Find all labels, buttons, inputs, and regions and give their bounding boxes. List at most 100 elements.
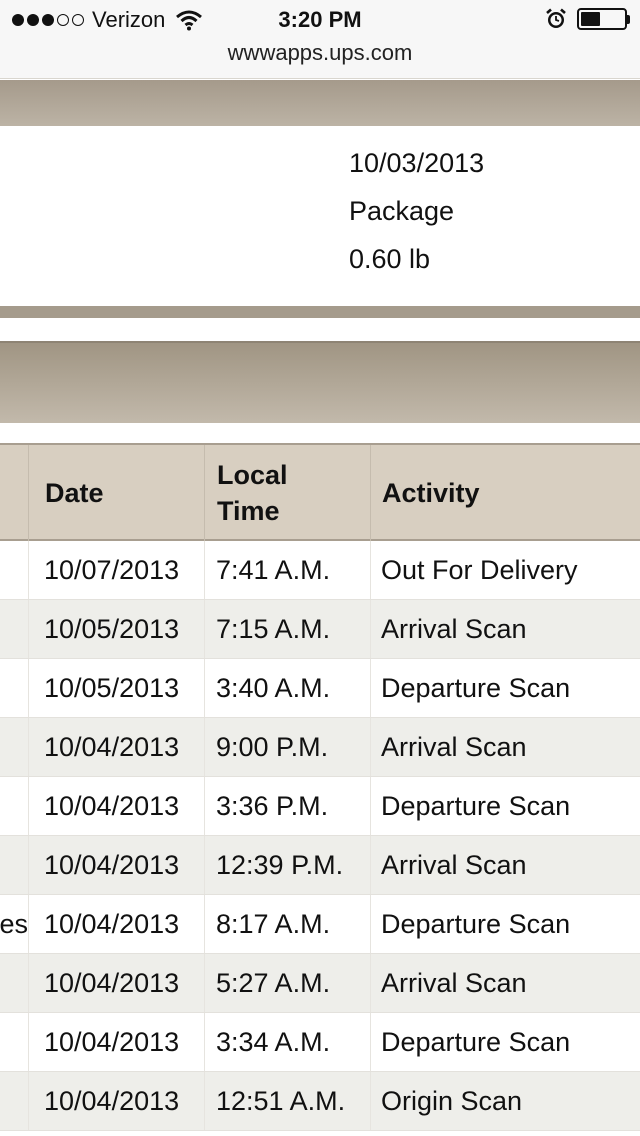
activity-cell: Origin Scan	[381, 1085, 523, 1116]
battery-body	[577, 8, 627, 30]
date-cell: 10/04/2013	[44, 967, 180, 998]
table-header: Date Local Time Activity	[0, 443, 640, 541]
package-weight-value: 0.60 lb	[349, 244, 431, 274]
column-separator	[28, 954, 29, 1012]
location-cell	[0, 777, 28, 835]
time-cell: 12:51 A.M.	[216, 1085, 346, 1116]
column-separator	[28, 895, 29, 953]
section-header-bar	[0, 80, 640, 126]
column-separator	[28, 541, 29, 599]
date-cell: 10/04/2013	[44, 1085, 180, 1116]
shipment-progress-header-bar	[0, 341, 640, 423]
activity-cell: Arrival Scan	[381, 613, 527, 644]
table-row: 10/07/2013 7:41 A.M. Out For Delivery	[0, 541, 640, 600]
date-cell: 10/07/2013	[44, 554, 180, 585]
ship-date-value: 10/03/2013	[349, 148, 485, 178]
column-separator	[370, 895, 371, 953]
column-separator	[370, 600, 371, 658]
status-bar: Verizon 3:20 PM	[0, 0, 640, 40]
column-separator	[370, 954, 371, 1012]
column-header-date: Date	[28, 445, 204, 541]
status-right	[545, 8, 630, 30]
activity-cell: Departure Scan	[381, 1026, 571, 1057]
column-separator	[204, 1072, 205, 1130]
activity-table: Date Local Time Activity 10/07/2013 7:41 …	[0, 443, 640, 1131]
date-cell: 10/05/2013	[44, 672, 180, 703]
column-separator	[204, 777, 205, 835]
location-cell	[0, 1072, 28, 1130]
time-cell: 12:39 P.M.	[216, 849, 344, 880]
column-separator	[28, 1013, 29, 1071]
activity-cell: Out For Delivery	[381, 554, 578, 585]
column-header-activity: Activity	[370, 445, 640, 541]
column-separator	[204, 659, 205, 717]
time-cell: 7:41 A.M.	[216, 554, 331, 585]
alarm-clock-icon	[546, 8, 566, 28]
time-cell: 7:15 A.M.	[216, 613, 331, 644]
package-type-value: Package	[349, 196, 455, 226]
location-cell: es	[0, 908, 28, 939]
time-cell: 3:34 A.M.	[216, 1026, 331, 1057]
column-separator	[28, 600, 29, 658]
time-cell: 3:40 A.M.	[216, 672, 331, 703]
location-cell	[0, 1013, 28, 1071]
activity-cell: Departure Scan	[381, 908, 571, 939]
column-separator	[204, 954, 205, 1012]
column-separator	[28, 718, 29, 776]
section-divider	[0, 306, 640, 318]
date-cell: 10/04/2013	[44, 849, 180, 880]
column-separator	[370, 718, 371, 776]
status-time: 3:20 PM	[278, 7, 362, 32]
column-header-local-time-line1: Local	[217, 460, 288, 490]
time-cell: 3:36 P.M.	[216, 790, 329, 821]
column-header-local-time: Local Time	[204, 445, 370, 541]
time-cell: 9:00 P.M.	[216, 731, 329, 762]
column-separator	[204, 600, 205, 658]
activity-cell: Departure Scan	[381, 790, 571, 821]
column-separator	[204, 718, 205, 776]
column-separator	[204, 1013, 205, 1071]
column-separator	[28, 1072, 29, 1130]
date-cell: 10/05/2013	[44, 613, 180, 644]
activity-cell: Arrival Scan	[381, 731, 527, 762]
column-separator	[370, 659, 371, 717]
table-row: 10/04/2013 12:51 A.M. Origin Scan	[0, 1072, 640, 1131]
package-details: 10/03/2013 Package 0.60 lb	[0, 126, 640, 306]
activity-cell: Arrival Scan	[381, 967, 527, 998]
battery-tip	[627, 14, 630, 24]
table-row: es 10/04/2013 8:17 A.M. Departure Scan	[0, 895, 640, 954]
time-cell: 8:17 A.M.	[216, 908, 331, 939]
column-separator	[370, 777, 371, 835]
column-separator	[370, 1013, 371, 1071]
table-row: 10/04/2013 3:34 A.M. Departure Scan	[0, 1013, 640, 1072]
column-separator	[28, 836, 29, 894]
column-separator	[370, 1072, 371, 1130]
location-cell	[0, 836, 28, 894]
table-row: 10/04/2013 12:39 P.M. Arrival Scan	[0, 836, 640, 895]
table-row: 10/05/2013 3:40 A.M. Departure Scan	[0, 659, 640, 718]
activity-cell: Departure Scan	[381, 672, 571, 703]
table-row: 10/04/2013 9:00 P.M. Arrival Scan	[0, 718, 640, 777]
column-separator	[28, 777, 29, 835]
date-cell: 10/04/2013	[44, 908, 180, 939]
location-cell	[0, 954, 28, 1012]
location-cell	[0, 600, 28, 658]
location-cell	[0, 659, 28, 717]
date-cell: 10/04/2013	[44, 790, 180, 821]
url-bar[interactable]: wwwapps.ups.com	[0, 40, 640, 79]
table-row: 10/04/2013 3:36 P.M. Departure Scan	[0, 777, 640, 836]
table-row: 10/05/2013 7:15 A.M. Arrival Scan	[0, 600, 640, 659]
table-row: 10/04/2013 5:27 A.M. Arrival Scan	[0, 954, 640, 1013]
table-body: 10/07/2013 7:41 A.M. Out For Delivery 10/05…	[0, 541, 640, 1131]
battery-fill	[581, 12, 600, 26]
column-separator	[370, 541, 371, 599]
column-separator	[28, 659, 29, 717]
column-separator	[370, 836, 371, 894]
column-separator	[204, 895, 205, 953]
url-text[interactable]: wwwapps.ups.com	[228, 40, 413, 65]
column-header-local-time-line2: Time	[217, 496, 280, 526]
date-cell: 10/04/2013	[44, 1026, 180, 1057]
battery-icon	[577, 8, 630, 30]
location-cell	[0, 541, 28, 599]
activity-cell: Arrival Scan	[381, 849, 527, 880]
